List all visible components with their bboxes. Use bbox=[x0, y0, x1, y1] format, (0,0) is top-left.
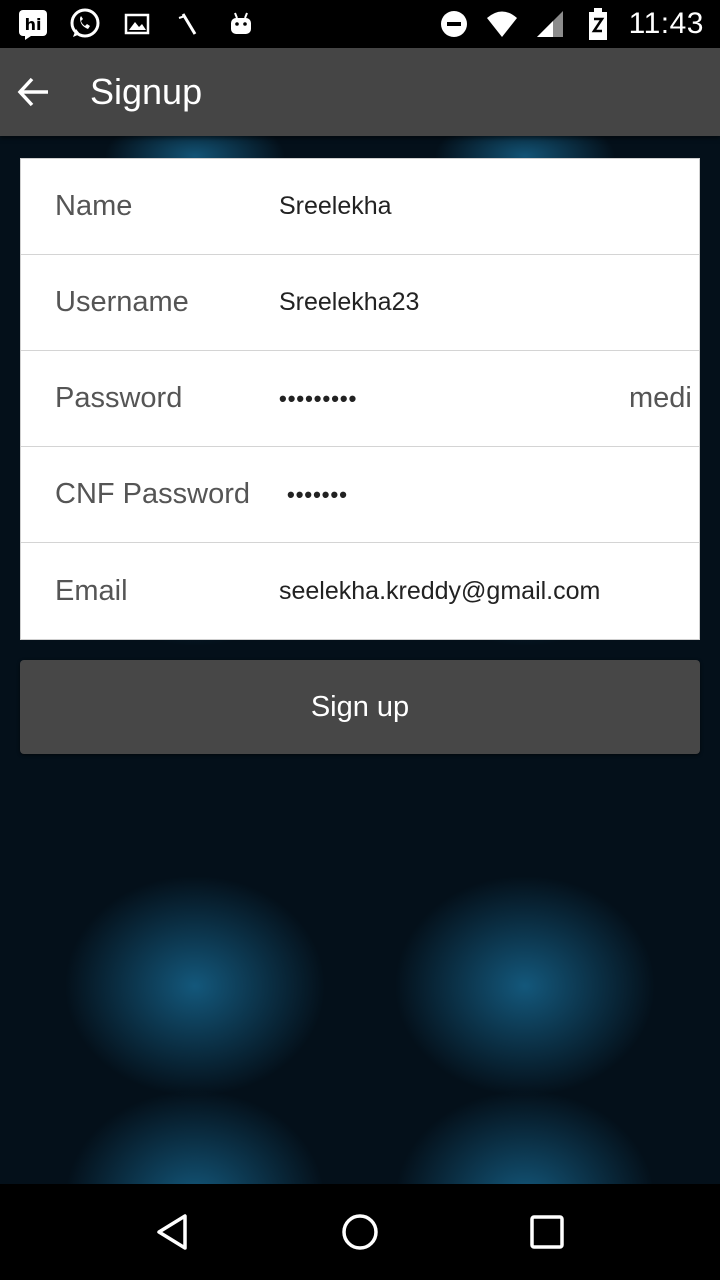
navigation-bar bbox=[0, 1184, 720, 1280]
notification-icons: hi bbox=[16, 7, 258, 41]
password-label: Password bbox=[55, 382, 183, 414]
signal-icon bbox=[533, 7, 567, 41]
username-label: Username bbox=[55, 286, 189, 318]
nav-home-button[interactable] bbox=[320, 1192, 400, 1272]
nav-recents-button[interactable] bbox=[507, 1192, 587, 1272]
email-row: Email seelekha.kreddy@gmail.com bbox=[21, 543, 699, 639]
email-label: Email bbox=[55, 574, 128, 607]
svg-text:hi: hi bbox=[25, 15, 42, 34]
name-row: Name Sreelekha bbox=[21, 159, 699, 255]
page-title: Signup bbox=[90, 71, 203, 112]
name-label: Name bbox=[55, 190, 133, 222]
name-input[interactable]: Sreelekha bbox=[279, 159, 617, 254]
username-row: Username Sreelekha23 bbox=[21, 255, 699, 351]
cnf-password-input[interactable]: ••••••• bbox=[287, 447, 625, 542]
nav-recents-icon bbox=[529, 1215, 564, 1249]
hike-icon: hi bbox=[16, 7, 50, 41]
gallery-icon bbox=[120, 7, 154, 41]
tools-icon bbox=[172, 7, 206, 41]
whatsapp-icon bbox=[68, 7, 102, 41]
password-input[interactable]: ••••••••• bbox=[279, 351, 617, 446]
password-strength: medi bbox=[629, 382, 692, 414]
cnf-password-row: CNF Password ••••••• bbox=[21, 447, 699, 543]
battery-icon bbox=[581, 7, 615, 41]
do-not-disturb-icon bbox=[437, 7, 471, 41]
status-bar: hi 11:43 bbox=[0, 0, 720, 48]
back-button[interactable] bbox=[2, 60, 66, 124]
app-bar: Signup bbox=[0, 48, 720, 136]
status-clock: 11:43 bbox=[628, 7, 704, 40]
nav-back-button[interactable] bbox=[133, 1192, 213, 1272]
username-input[interactable]: Sreelekha23 bbox=[279, 255, 617, 350]
signup-form: Name Sreelekha Username Sreelekha23 Pass… bbox=[20, 158, 700, 640]
nav-back-icon bbox=[157, 1214, 188, 1250]
nav-home-icon bbox=[342, 1214, 378, 1250]
android-icon bbox=[224, 7, 258, 41]
arrow-back-icon bbox=[17, 77, 48, 107]
email-input[interactable]: seelekha.kreddy@gmail.com bbox=[279, 543, 617, 639]
cnf-password-label: CNF Password bbox=[55, 478, 250, 510]
password-row: Password ••••••••• medi bbox=[21, 351, 699, 447]
signup-button[interactable]: Sign up bbox=[20, 660, 700, 754]
system-icons: 11:43 bbox=[437, 7, 704, 41]
wifi-icon bbox=[485, 7, 519, 41]
